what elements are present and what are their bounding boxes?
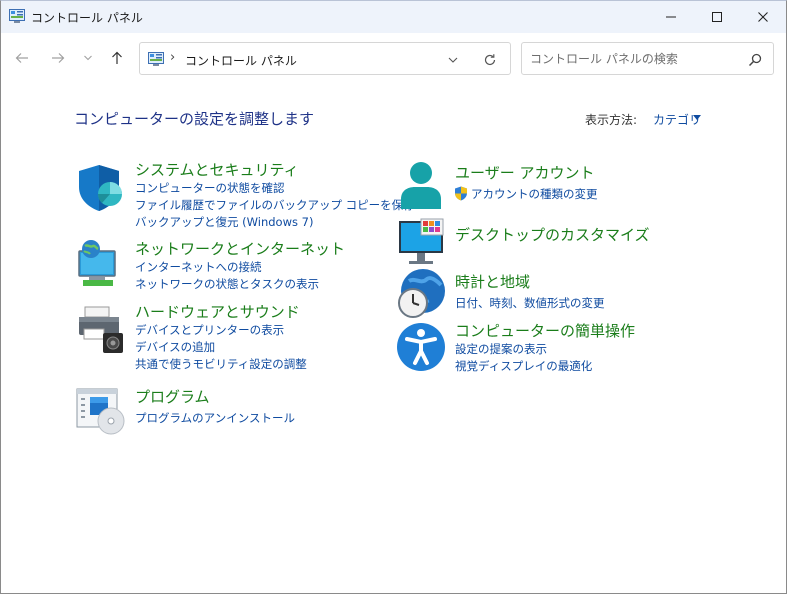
get-recommendations-link[interactable]: 設定の提案の表示: [455, 341, 547, 357]
control-panel-app-icon: [9, 9, 25, 23]
uninstall-program-link[interactable]: プログラムのアンインストール: [135, 410, 295, 426]
monitor-personalization-icon[interactable]: [395, 217, 447, 269]
breadcrumb-separator[interactable]: ›: [170, 50, 175, 65]
accessibility-icon[interactable]: [395, 321, 447, 373]
arrow-right-icon: [52, 53, 65, 63]
search-box[interactable]: [521, 42, 774, 75]
hardware-sound-title[interactable]: ハードウェアとサウンド: [135, 301, 300, 322]
arrow-left-icon: [15, 53, 28, 63]
control-panel-address-icon: [148, 52, 164, 66]
date-time-format-link[interactable]: 日付、時刻、数値形式の変更: [455, 295, 605, 311]
user-accounts-title[interactable]: ユーザー アカウント: [455, 162, 594, 183]
control-panel-window: コントロール パネル › コントロール パネル コントロール パネルの検索 コン…: [0, 0, 787, 594]
close-icon: [758, 12, 768, 22]
window-title: コントロール パネル: [31, 11, 143, 25]
chevron-down-icon[interactable]: [446, 53, 460, 67]
change-account-type-link[interactable]: アカウントの種類の変更: [471, 186, 598, 202]
clock-region-title[interactable]: 時計と地域: [455, 271, 530, 292]
navigation-bar: › コントロール パネル: [1, 33, 786, 85]
optimize-display-link[interactable]: 視覚ディスプレイの最適化: [455, 358, 592, 374]
backup-restore-link[interactable]: バックアップと復元 (Windows 7): [135, 214, 313, 230]
programs-disc-icon[interactable]: [75, 385, 127, 437]
forward-button[interactable]: [47, 47, 69, 69]
arrow-up-icon: [112, 51, 122, 64]
refresh-icon[interactable]: [482, 52, 498, 68]
system-security-title[interactable]: システムとセキュリティ: [135, 159, 299, 180]
minimize-icon: [666, 16, 676, 18]
up-button[interactable]: [106, 47, 128, 69]
shield-security-icon[interactable]: [75, 161, 127, 213]
check-computer-status-link[interactable]: コンピューターの状態を確認: [135, 180, 285, 196]
personalization-title[interactable]: デスクトップのカスタマイズ: [455, 224, 650, 245]
search-input[interactable]: [530, 51, 740, 67]
close-button[interactable]: [740, 1, 786, 33]
network-internet-title[interactable]: ネットワークとインターネット: [135, 238, 345, 259]
title-bar[interactable]: コントロール パネル: [1, 1, 786, 33]
breadcrumb-control-panel[interactable]: コントロール パネル: [185, 52, 297, 69]
connect-internet-link[interactable]: インターネットへの接続: [135, 259, 262, 275]
caret-down-icon[interactable]: [693, 115, 701, 120]
back-button[interactable]: [11, 47, 33, 69]
maximize-button[interactable]: [694, 1, 740, 33]
user-accounts-icon[interactable]: [395, 159, 447, 211]
maximize-icon: [712, 12, 722, 22]
programs-title[interactable]: プログラム: [135, 386, 210, 407]
uac-shield-icon: [455, 186, 467, 201]
search-icon[interactable]: [748, 53, 762, 67]
chevron-down-icon: [84, 55, 92, 61]
network-status-link[interactable]: ネットワークの状態とタスクの表示: [135, 276, 319, 292]
network-globe-icon[interactable]: [75, 237, 127, 289]
devices-printers-link[interactable]: デバイスとプリンターの表示: [135, 322, 284, 338]
view-by-label: 表示方法:: [585, 113, 638, 127]
mobility-settings-link[interactable]: 共通で使うモビリティ設定の調整: [135, 356, 307, 372]
clock-globe-icon[interactable]: [395, 267, 447, 319]
add-device-link[interactable]: デバイスの追加: [135, 339, 215, 355]
address-bar[interactable]: › コントロール パネル: [139, 42, 511, 75]
ease-of-access-title[interactable]: コンピューターの簡単操作: [455, 320, 635, 341]
recent-locations-button[interactable]: [77, 47, 99, 69]
minimize-button[interactable]: [648, 1, 694, 33]
printer-speaker-icon[interactable]: [75, 303, 127, 355]
file-history-backup-link[interactable]: ファイル履歴でファイルのバックアップ コピーを保存: [135, 197, 415, 213]
page-heading: コンピューターの設定を調整します: [74, 110, 315, 128]
